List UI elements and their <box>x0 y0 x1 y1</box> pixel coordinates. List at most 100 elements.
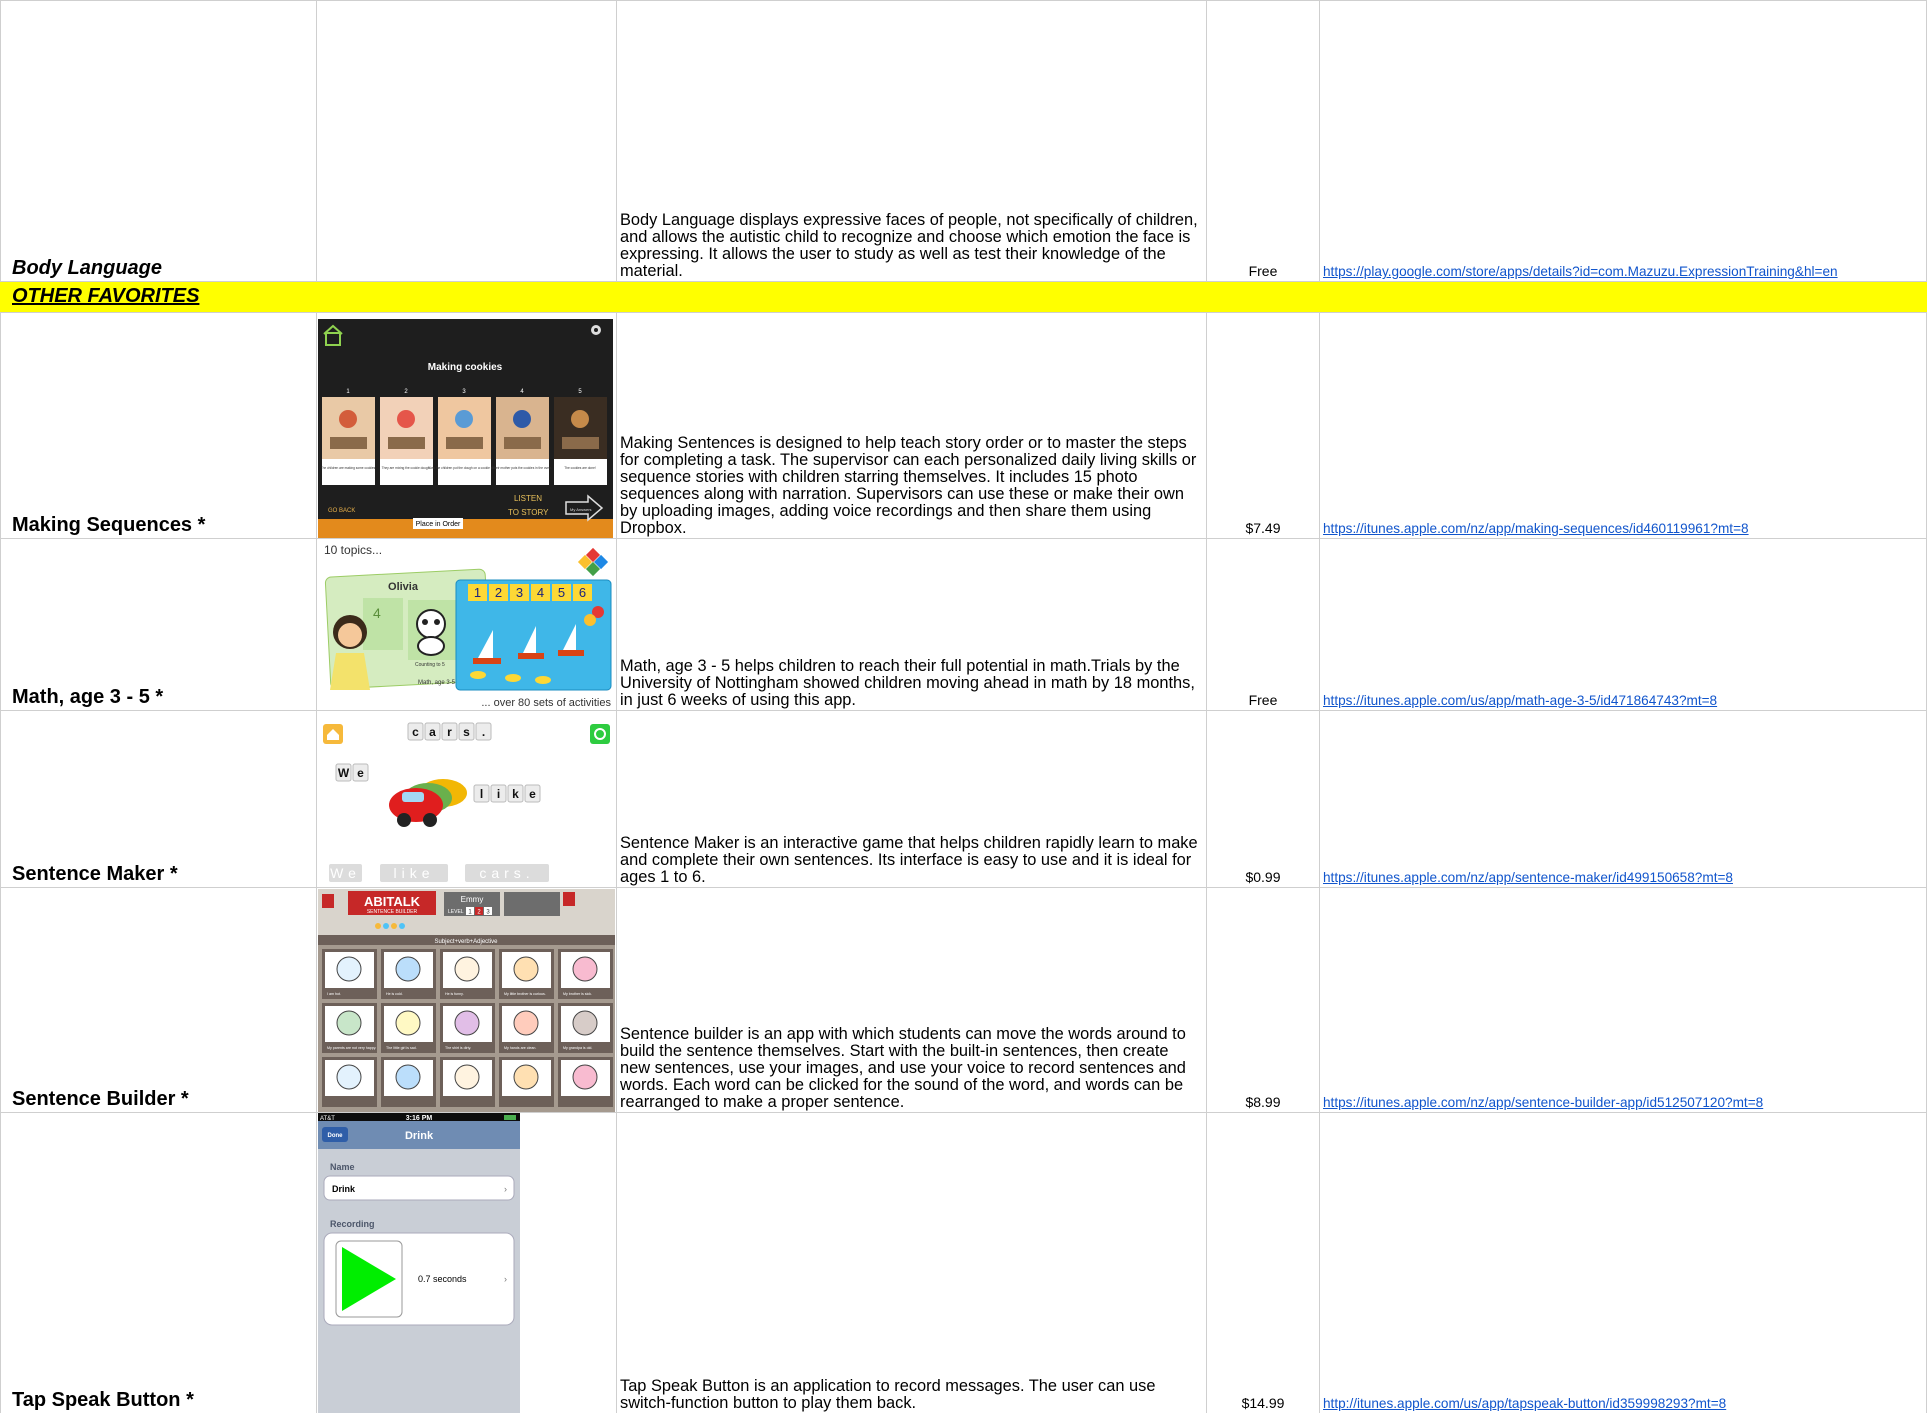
math-screenshot: 10 topics... Olivia 4 5 <box>318 540 615 710</box>
number-tile-label: 1 <box>474 585 481 600</box>
letter-tile-label: k <box>512 787 519 801</box>
number-tile-label: 6 <box>579 585 586 600</box>
step-photo[interactable] <box>322 397 375 459</box>
price-cell[interactable]: $14.99 <box>1207 1113 1320 1413</box>
step-photo-detail <box>504 437 541 449</box>
app-price: $7.49 <box>1245 520 1281 536</box>
gear-icon[interactable] <box>591 325 601 335</box>
link-cell[interactable]: https://itunes.apple.com/nz/app/sentence… <box>1320 888 1927 1112</box>
step-photo[interactable] <box>554 397 607 459</box>
tap-speak-screenshot: AT&T 3:16 PM Done Drink Name Drink › Rec… <box>318 1113 520 1413</box>
app-label: Math, age 3-5 <box>418 680 456 686</box>
step-caption-box <box>554 459 607 485</box>
app-store-link[interactable]: https://itunes.apple.com/nz/app/sentence… <box>1323 870 1733 885</box>
sentence-card-figure <box>572 1064 598 1090</box>
link-cell[interactable]: https://itunes.apple.com/us/app/math-age… <box>1320 539 1927 710</box>
level-label: LEVEL <box>448 909 464 915</box>
go-back-label[interactable]: GO BACK <box>328 508 355 514</box>
step-photo-detail <box>562 437 599 449</box>
step-photo[interactable] <box>496 397 549 459</box>
app-name-cell[interactable]: Sentence Maker * <box>0 711 317 887</box>
home-icon[interactable] <box>323 724 343 744</box>
table-row-tap-speak: Tap Speak Button * AT&T 3:16 PM Done Dri… <box>0 1113 1927 1413</box>
status-time: 3:16 PM <box>406 1115 433 1122</box>
link-cell[interactable]: https://itunes.apple.com/nz/app/sentence… <box>1320 711 1927 887</box>
done-label: Done <box>328 1133 344 1139</box>
number-tile-label: 2 <box>495 585 502 600</box>
link-cell[interactable]: https://play.google.com/store/apps/detai… <box>1320 1 1927 281</box>
refresh-icon[interactable] <box>590 724 610 744</box>
link-cell[interactable]: http://itunes.apple.com/us/app/tapspeak-… <box>1320 1113 1927 1413</box>
description-cell[interactable]: Making Sentences is designed to help tea… <box>617 313 1207 538</box>
spreadsheet: Body Language Body Language displays exp… <box>0 0 1927 1413</box>
app-name: Sentence Builder * <box>12 1088 189 1110</box>
letter-tile-label: a <box>429 725 436 739</box>
app-image-cell[interactable]: cars. We like We like cars. <box>317 711 617 887</box>
number-tile-label: 3 <box>516 585 523 600</box>
app-image-cell[interactable]: AT&T 3:16 PM Done Drink Name Drink › Rec… <box>317 1113 617 1413</box>
sentence-card-caption: My parents are not very happy. <box>327 1046 376 1050</box>
structure-label: Subject+verb+Adjective <box>434 939 498 945</box>
logo-subtext: SENTENCE BUILDER <box>367 909 418 915</box>
sentence-card-figure <box>395 1010 421 1036</box>
sentence-card-figure <box>454 1064 480 1090</box>
app-store-link[interactable]: https://itunes.apple.com/nz/app/sentence… <box>1323 1095 1763 1110</box>
letter-tile-label: c <box>412 725 419 739</box>
recording-section-label: Recording <box>330 1219 375 1229</box>
description-cell[interactable]: Sentence Maker is an interactive game th… <box>617 711 1207 887</box>
sentence-card-caption: My little brother is curious. <box>504 992 546 996</box>
sentence-card-figure <box>572 956 598 982</box>
app-name: Math, age 3 - 5 * <box>12 686 164 708</box>
app-price: $14.99 <box>1241 1395 1285 1411</box>
name-section-label: Name <box>330 1162 355 1172</box>
price-cell[interactable]: $8.99 <box>1207 888 1320 1112</box>
app-store-link[interactable]: https://itunes.apple.com/nz/app/making-s… <box>1323 521 1749 536</box>
number-tile-label: 4 <box>537 585 544 600</box>
sentence-card-figure <box>395 956 421 982</box>
name-value: Drink <box>332 1184 356 1194</box>
app-name-cell[interactable]: Tap Speak Button * <box>0 1113 317 1413</box>
link-cell[interactable]: https://itunes.apple.com/nz/app/making-s… <box>1320 313 1927 538</box>
app-store-link[interactable]: https://itunes.apple.com/us/app/math-age… <box>1323 693 1717 708</box>
step-photo-subject <box>455 410 473 428</box>
topics-label: 10 topics... <box>324 543 382 557</box>
description-cell[interactable]: Sentence builder is an app with which st… <box>617 888 1207 1112</box>
app-name-cell[interactable]: Body Language <box>0 1 317 281</box>
step-caption: Now the children put the dough on a cook… <box>429 466 500 470</box>
description-cell[interactable]: Math, age 3 - 5 helps children to reach … <box>617 539 1207 710</box>
number-tile-label: 5 <box>558 585 565 600</box>
step-photo-detail <box>330 437 367 449</box>
description-cell[interactable]: Body Language displays expressive faces … <box>617 1 1207 281</box>
app-image-cell[interactable]: 10 topics... Olivia 4 5 <box>317 539 617 710</box>
price-cell[interactable]: $0.99 <box>1207 711 1320 887</box>
sentence-card-figure <box>395 1064 421 1090</box>
app-image-cell[interactable]: Making cookies 1 The children are making … <box>317 313 617 538</box>
price-cell[interactable]: Free <box>1207 539 1320 710</box>
price-cell[interactable]: $7.49 <box>1207 313 1320 538</box>
chevron-right-icon: › <box>504 1274 507 1284</box>
app-store-link[interactable]: http://itunes.apple.com/us/app/tapspeak-… <box>1323 1396 1726 1411</box>
app-name-cell[interactable]: Sentence Builder * <box>0 888 317 1112</box>
step-photo[interactable] <box>438 397 491 459</box>
step-caption-box <box>438 459 491 485</box>
step-photo-subject <box>397 410 415 428</box>
step-caption: The children are making some cookies <box>321 466 376 470</box>
price-cell[interactable]: Free <box>1207 1 1320 281</box>
app-price: $8.99 <box>1245 1094 1281 1110</box>
word-slot-label: We <box>330 865 361 881</box>
app-name-cell[interactable]: Making Sequences * <box>0 313 317 538</box>
app-image-cell[interactable]: ABITALK SENTENCE BUILDER Emmy LEVEL 123 … <box>317 888 617 1112</box>
app-store-link[interactable]: https://play.google.com/store/apps/detai… <box>1323 264 1838 279</box>
description-cell[interactable]: Tap Speak Button is an application to re… <box>617 1113 1207 1413</box>
home-icon[interactable] <box>322 894 334 908</box>
sentence-card-figure <box>513 956 539 982</box>
child-name: Olivia <box>388 581 419 593</box>
sequence-title: Making cookies <box>428 362 503 373</box>
word-slot-label: cars. <box>479 865 534 881</box>
step-photo[interactable] <box>380 397 433 459</box>
settings-icon[interactable] <box>563 892 575 906</box>
app-description: Body Language displays expressive faces … <box>620 211 1198 280</box>
app-image-cell[interactable] <box>317 1 617 281</box>
app-name: Making Sequences * <box>12 514 206 536</box>
app-name-cell[interactable]: Math, age 3 - 5 * <box>0 539 317 710</box>
